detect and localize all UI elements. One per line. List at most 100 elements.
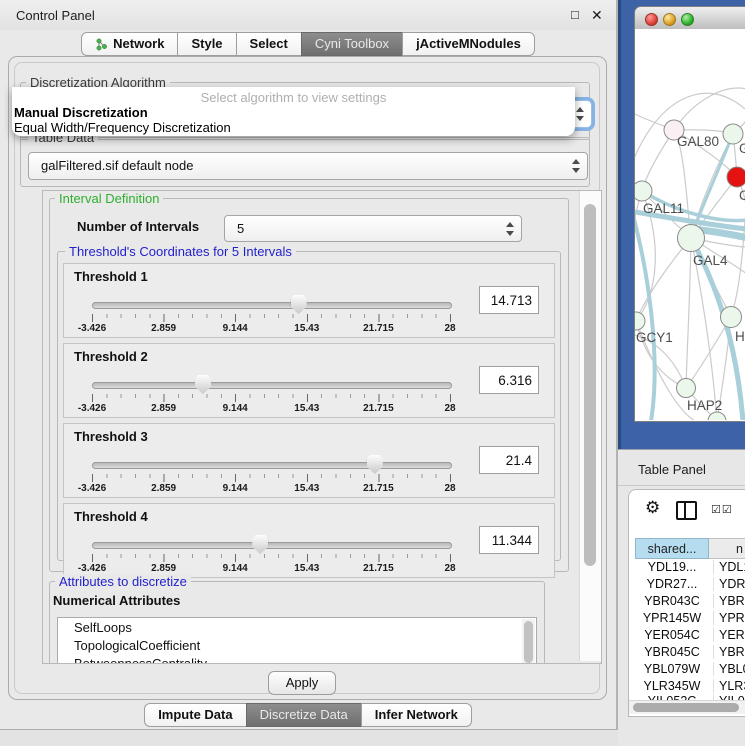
scrollbar-thumb[interactable] (633, 703, 739, 712)
tick-label: 2.859 (151, 483, 176, 494)
tab-cyni-toolbox[interactable]: Cyni Toolbox (301, 32, 403, 56)
node-label-partial-top: GA (739, 141, 745, 156)
scrollbar-thumb[interactable] (584, 204, 596, 566)
table-data-combobox[interactable]: galFiltered.sif default node (28, 152, 588, 180)
close-window-icon[interactable]: ✕ (591, 7, 603, 24)
tab-select[interactable]: Select (236, 32, 302, 56)
cell: YDL1 (713, 560, 745, 574)
tick-label: 9.144 (223, 403, 248, 414)
node-bottom[interactable] (708, 412, 726, 420)
slider-track[interactable] (92, 462, 452, 469)
numerical-attributes-list[interactable]: SelfLoops TopologicalCoefficient Between… (57, 617, 537, 664)
minimize-traffic-light[interactable] (663, 13, 676, 26)
tab-select-label: Select (250, 33, 288, 55)
tick-label: 9.144 (223, 483, 248, 494)
cell: YBR043C (635, 594, 709, 608)
threshold-2-label: Threshold 2 (74, 349, 148, 364)
tick-label: 21.715 (363, 483, 394, 494)
pane-scrollbar[interactable] (579, 191, 601, 661)
threshold-4-slider[interactable]: -3.426 2.859 9.144 15.43 21.715 28 (92, 534, 450, 570)
threshold-2-slider[interactable]: -3.426 2.859 9.144 15.43 21.715 28 (92, 374, 450, 410)
tab-impute-data-label: Impute Data (158, 704, 232, 726)
tab-discretize-data[interactable]: Discretize Data (246, 703, 362, 727)
gear-icon[interactable]: ⚙ (645, 498, 660, 518)
columns-icon[interactable] (676, 501, 697, 520)
column-header-name[interactable]: n (709, 538, 745, 559)
slider-thumb[interactable] (367, 455, 383, 474)
cell: YPR145W (635, 611, 709, 625)
combo-stepper-icon[interactable] (505, 221, 514, 237)
cell: YBR045C (635, 645, 709, 659)
node-hap2[interactable] (677, 379, 696, 398)
slider-track[interactable] (92, 542, 452, 549)
slider-thumb[interactable] (252, 535, 268, 554)
node-gcy1[interactable] (635, 312, 645, 330)
threshold-3-slider[interactable]: -3.426 2.859 9.144 15.43 21.715 28 (92, 454, 450, 490)
node-label-gal80: GAL80 (677, 134, 719, 149)
threshold-1-slider[interactable]: -3.426 2.859 9.144 15.43 21.715 28 (92, 294, 450, 330)
list-item[interactable]: TopologicalCoefficient (74, 638, 200, 653)
tick-label: -3.426 (78, 403, 106, 414)
algorithm-option-equal-width[interactable]: Equal Width/Frequency Discretization (14, 120, 231, 135)
node-gal11[interactable] (635, 181, 652, 201)
list-item[interactable]: BetweennessCentrality (74, 656, 207, 664)
number-of-intervals-value: 5 (237, 221, 244, 236)
network-canvas[interactable]: GAL80 GA C GAL11 GAL4 GCY1 H HAP2 (635, 29, 745, 420)
threshold-4-value-field[interactable]: 11.344 (479, 526, 539, 554)
table-panel-title: Table Panel (638, 462, 706, 477)
slider-major-ticks (92, 314, 451, 322)
tick-label: 15.43 (294, 323, 319, 334)
cell: YBL079W (635, 662, 709, 676)
checkboxes-icon[interactable]: ☑☑ (711, 503, 733, 516)
slider-track[interactable] (92, 302, 452, 309)
tab-impute-data[interactable]: Impute Data (144, 703, 246, 727)
threshold-3-value-field[interactable]: 21.4 (479, 446, 539, 474)
tick-label: -3.426 (78, 323, 106, 334)
node-red[interactable] (727, 167, 745, 187)
slider-thumb[interactable] (291, 295, 307, 314)
table-panel-region: Table Panel ⚙ ☑☑ shared... n YDL19...YDL… (618, 449, 745, 746)
node-label-gal11: GAL11 (643, 201, 684, 216)
slider-track[interactable] (92, 382, 452, 389)
screen: Control Panel □ ✕ Network Style Select C… (0, 0, 745, 745)
close-traffic-light[interactable] (645, 13, 658, 26)
node-label-h: H (735, 329, 745, 344)
node-label-gcy1: GCY1 (636, 330, 673, 345)
scrollbar-thumb[interactable] (524, 621, 533, 663)
zoom-traffic-light[interactable] (681, 13, 694, 26)
node-gal4[interactable] (678, 225, 705, 252)
combo-stepper-icon[interactable] (575, 106, 584, 122)
control-panel-title: Control Panel (16, 8, 95, 23)
threshold-1-value-field[interactable]: 14.713 (479, 286, 539, 314)
threshold-1-label: Threshold 1 (74, 269, 148, 284)
threshold-2-value-field[interactable]: 6.316 (479, 366, 539, 394)
tab-style[interactable]: Style (177, 32, 236, 56)
tab-network[interactable]: Network (81, 32, 178, 56)
threshold-3-label: Threshold 3 (74, 429, 148, 444)
tick-label: 28 (444, 403, 455, 414)
table-horizontal-scrollbar[interactable] (629, 700, 745, 714)
tab-jactivemnodules[interactable]: jActiveMNodules (402, 32, 535, 56)
float-window-icon[interactable]: □ (571, 7, 579, 22)
settings-scroll-pane: Interval Definition Number of Intervals … (42, 190, 602, 664)
list-item[interactable]: SelfLoops (74, 620, 132, 635)
combo-stepper-icon[interactable] (571, 158, 580, 174)
tab-infer-network[interactable]: Infer Network (361, 703, 472, 727)
network-window-titlebar (635, 7, 745, 30)
apply-button[interactable]: Apply (268, 671, 336, 695)
column-header-shared[interactable]: shared... (635, 538, 709, 559)
cell: YLR3 (713, 679, 745, 693)
tab-network-label: Network (113, 33, 164, 55)
tick-label: 15.43 (294, 403, 319, 414)
number-of-intervals-combobox[interactable]: 5 (224, 215, 522, 242)
slider-thumb[interactable] (195, 375, 211, 394)
list-scrollbar[interactable] (522, 619, 535, 664)
network-graph: GAL80 GA C GAL11 GAL4 GCY1 H HAP2 (635, 29, 745, 420)
cell: YLR345W (635, 679, 709, 693)
algorithm-option-manual[interactable]: Manual Discretization (14, 105, 148, 120)
numerical-attributes-label: Numerical Attributes (53, 593, 180, 608)
thresholds-group-title: Threshold's Coordinates for 5 Intervals (65, 244, 296, 259)
tick-label: 15.43 (294, 483, 319, 494)
node-h[interactable] (721, 307, 742, 328)
tick-label: 28 (444, 483, 455, 494)
